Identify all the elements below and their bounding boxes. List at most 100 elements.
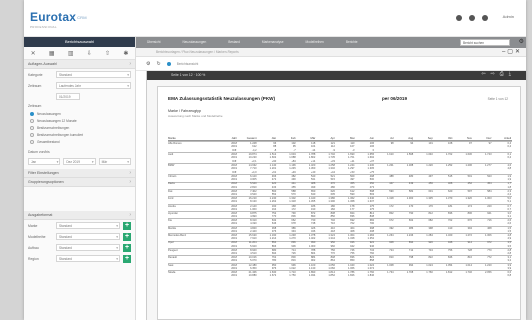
field-label: Zeitraum [28,83,42,88]
section-report-selection[interactable]: Auflagen-Auswahl [24,60,135,69]
report-toolbar: ⚙ ↻ Berichtsansicht [136,57,526,71]
close-icon[interactable]: ✕ [31,50,36,57]
table-cell: 702 [448,219,453,223]
table-cell: 8.130 [250,200,257,204]
table-cell: 470 [350,185,355,189]
table-cell: 1.812 [445,270,453,274]
upload-icon[interactable]: ⇧ [105,50,110,57]
period-select[interactable]: Laufendes Jahr [56,82,131,89]
table-cell: 593 [369,192,375,196]
table-cell: 104 [310,145,316,149]
table-cell: 1.014 [465,263,472,267]
table-cell: 0,4 [507,145,512,149]
column-header: Feb [290,136,296,140]
tab-new-registrations[interactable]: Neuzulassungen [171,37,217,48]
add-icon[interactable]: + [123,232,131,241]
table-cell: 95 [292,145,296,149]
user-icon[interactable] [482,15,488,21]
table-cell: -4,2 [252,148,257,152]
table-cell: 1.024 [426,263,433,267]
window-controls-icon[interactable]: –▢✕ [502,48,522,55]
table-cell: 515 [448,175,453,179]
table-cell: Diff. [232,148,237,152]
add-icon[interactable]: + [123,254,131,263]
table-cell: 1.630 [465,152,472,156]
table-cell: 678 [291,222,296,226]
date-input[interactable]: 01/2019 [56,92,80,100]
refresh-icon[interactable]: ↻ [156,61,160,67]
range-from-select[interactable]: Jan [28,158,61,165]
table-cell: 439 [408,182,414,186]
column-header: Marke [168,136,176,140]
table-cell: 0 [372,148,375,152]
tab-model-series[interactable]: Modellreihen [295,37,335,48]
viewer-status: Seite 1 von 12 · 100 % [171,73,206,77]
radio-ownership-changes[interactable]: Besitzumschreibungen [24,124,135,131]
table-cell: 5,1 [507,200,512,204]
table-cell: 2019 [231,156,237,160]
table-cell: 630 [310,192,316,196]
filter-label: Modellreihe [28,234,46,239]
region-select[interactable]: Standard [56,255,120,262]
logo[interactable]: EurotaxCRM [30,10,87,24]
body-select[interactable]: Standard [56,244,120,251]
range-to-select[interactable]: Dez 2019 [63,158,96,165]
report-title: EMA Zulassungsstatistik Neuzulassungen (… [168,96,276,101]
table-cell: Opel [168,241,174,245]
viewer-tools-icon[interactable]: ⇦⇨⎙⤓ [481,71,516,77]
report-subtitle: Marke / Fahrzeugtyp [168,109,201,113]
radio-ownership-cumulative[interactable]: Besitzumschreibungen kumuliert [24,131,135,138]
brand-select[interactable]: Standard [56,222,120,229]
table-cell: 386 [408,226,414,230]
add-icon[interactable]: + [123,243,131,252]
table-cell: 726 [291,251,296,255]
table-cell: 1.066 [347,266,355,270]
download-icon[interactable]: ⇩ [87,50,92,57]
category-select[interactable]: Standard [56,71,131,78]
radio-new-registrations[interactable]: Neuzulassungen [24,110,135,117]
gear-icon[interactable]: ⚙ [146,61,150,67]
table-cell: 2019 [231,244,237,248]
table-cell: 1.300 [406,197,414,201]
table-cell: 176 [428,204,433,208]
table-cell: 894 [408,241,414,245]
range-month-select[interactable]: Mär [98,158,131,165]
table-cell: 398 [428,226,433,230]
table-cell: Dacia [168,182,175,186]
table-cell: 1.201 [269,167,277,171]
chart-icon[interactable]: ▥ [68,50,74,57]
table-cell: 456 [428,182,433,186]
search-input[interactable]: Bericht suchen [460,39,510,46]
table-cell: 4.510 [250,251,257,255]
table-cell: 515 [330,178,335,182]
tab-overview[interactable]: Übersicht [136,37,171,48]
breadcrumb[interactable]: Berichtsvorlagen / Pkw-Neuzulassungen / … [156,50,239,54]
range-label: Datum von/bis [28,149,50,154]
table-cell: 2019 [231,259,237,263]
radio-total-stock[interactable]: Gesamtbestand [24,138,135,145]
table-cell: Fiat [168,189,173,193]
tab-reports[interactable]: Berichte [335,37,369,48]
section-filter-settings[interactable]: Filter Einstellungen [24,169,135,178]
help-icon[interactable] [469,15,475,21]
status-dot-icon [166,61,171,66]
section-grouping-options[interactable]: Gruppierungsoptionen [24,178,135,187]
section-output-format[interactable]: Ausgabeformat [24,211,135,220]
table-cell: 942 [350,244,355,248]
model-select[interactable]: Standard [56,233,120,240]
table-cell: 101 [428,141,433,145]
table-cell: 1.602 [269,156,277,160]
table-cell: 190 [310,207,316,211]
table-cell: 866 [271,244,277,248]
tab-stock[interactable]: Bestand [217,37,251,48]
settings-icon[interactable]: ⚙ [519,38,524,45]
grid-icon[interactable]: ▦ [49,50,55,57]
top-icons [456,15,488,21]
tab-brand-analysis[interactable]: Markenanalyse [251,37,295,48]
user-name[interactable]: Admin [503,14,514,19]
settings-icon[interactable] [456,15,462,21]
radio-new-registrations-12m[interactable]: Neuzulassungen 12 Monate [24,117,135,124]
table-cell: 1.743 [485,152,492,156]
add-icon[interactable]: + [123,221,131,230]
settings-icon[interactable]: ✱ [123,50,128,57]
